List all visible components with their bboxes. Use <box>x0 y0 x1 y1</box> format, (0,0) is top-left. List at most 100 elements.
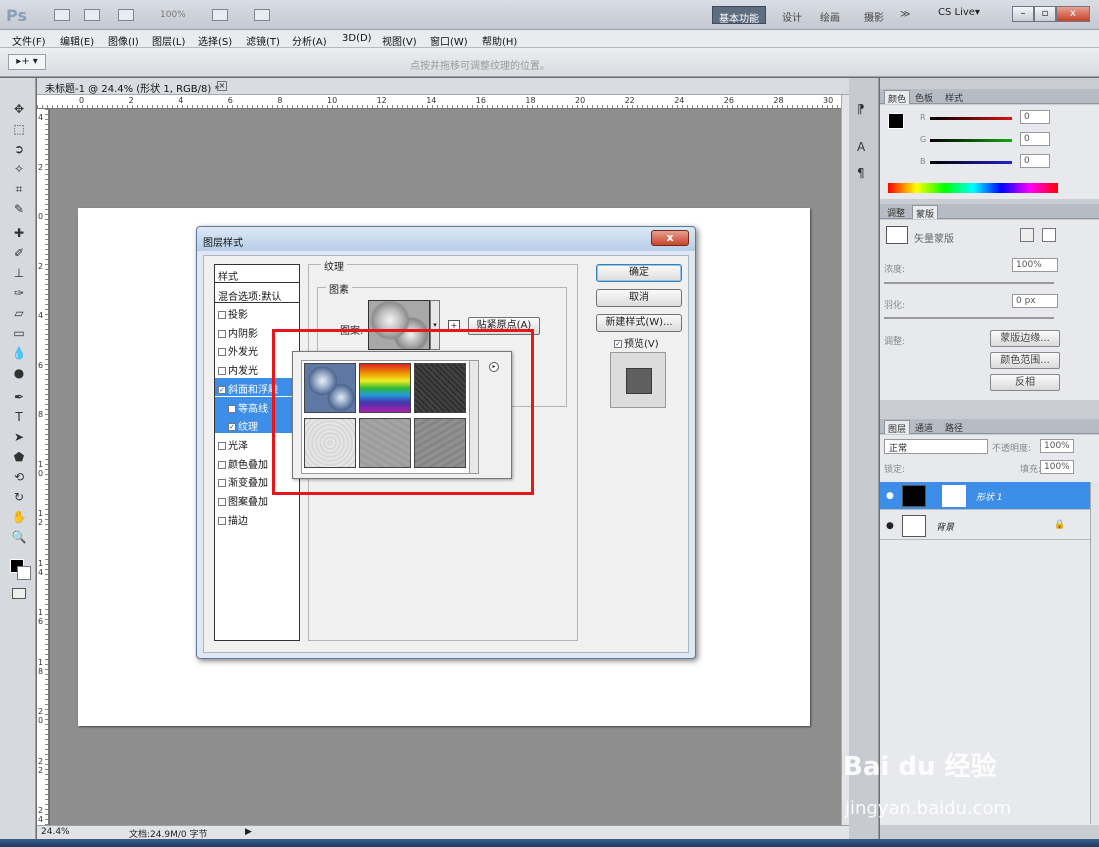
style-checkbox[interactable] <box>218 479 226 488</box>
style-checkbox[interactable] <box>218 498 226 506</box>
path-selection-icon[interactable]: ➤ <box>9 428 29 446</box>
channel-value-input[interactable]: 0 <box>1020 132 1050 146</box>
workspace-more[interactable]: ≫ <box>894 6 916 24</box>
document-tab[interactable]: 未标题-1 @ 24.4% (形状 1, RGB/8) * <box>45 80 219 95</box>
zoom-tool-icon[interactable]: 🔍 <box>9 528 29 546</box>
pen-tool-icon[interactable]: ✒ <box>9 388 29 406</box>
tab-masks[interactable]: 蒙版 <box>912 205 939 220</box>
layer-name[interactable]: 背景 <box>936 520 954 533</box>
blending-options-item[interactable]: 混合选项:默认 <box>215 285 299 303</box>
menu-layer[interactable]: 图层(L) <box>152 33 185 48</box>
close-document-icon[interactable]: × <box>217 81 227 91</box>
zoom-level[interactable]: 100% <box>160 10 186 20</box>
feather-input[interactable]: 0 px <box>1012 294 1058 308</box>
menu-3d[interactable]: 3D(D) <box>342 33 372 44</box>
style-checkbox[interactable] <box>218 516 226 525</box>
eyedropper-icon[interactable]: ✎ <box>9 200 29 218</box>
paragraph-panel-icon[interactable]: ¶ <box>857 166 865 180</box>
mini-bridge-icon[interactable] <box>84 9 100 21</box>
menu-image[interactable]: 图像(I) <box>108 33 139 48</box>
tab-layers[interactable]: 图层 <box>884 420 911 435</box>
menu-edit[interactable]: 编辑(E) <box>60 33 94 48</box>
styles-header[interactable]: 样式 <box>215 265 299 283</box>
tab-paths[interactable]: 路径 <box>942 420 966 434</box>
arrange-documents-icon[interactable] <box>212 9 228 21</box>
style-item[interactable]: 描边 <box>215 509 299 527</box>
style-checkbox[interactable] <box>228 404 236 413</box>
workspace-painting[interactable]: 绘画 <box>814 6 846 24</box>
tab-swatches[interactable]: 色板 <box>912 90 936 104</box>
cs-live-button[interactable]: CS Live▾ <box>938 7 980 18</box>
status-menu-arrow-icon[interactable]: ▶ <box>245 827 252 837</box>
bridge-icon[interactable] <box>54 9 70 21</box>
menu-analysis[interactable]: 分析(A) <box>292 33 327 48</box>
style-checkbox[interactable]: ✓ <box>218 385 226 394</box>
style-checkbox[interactable]: ✓ <box>228 423 236 432</box>
feather-slider[interactable] <box>884 317 1054 319</box>
color-panel-foreground[interactable] <box>888 113 904 129</box>
marquee-tool-icon[interactable]: ⬚ <box>9 120 29 138</box>
tab-channels[interactable]: 通道 <box>912 420 936 434</box>
hand-tool-icon[interactable]: ✋ <box>9 508 29 526</box>
type-tool-icon[interactable]: T <box>9 408 29 426</box>
visibility-eye-icon[interactable]: ● <box>886 521 894 531</box>
color-spectrum-bar[interactable] <box>888 183 1058 193</box>
3d-rotate-icon[interactable]: ⟲ <box>9 468 29 486</box>
quick-mask-icon[interactable] <box>12 588 26 599</box>
move-tool-icon[interactable]: ✥ <box>9 100 29 118</box>
gradient-tool-icon[interactable]: ▭ <box>9 324 29 342</box>
minimize-button[interactable]: – <box>1012 6 1034 22</box>
channel-value-input[interactable]: 0 <box>1020 154 1050 168</box>
menu-help[interactable]: 帮助(H) <box>482 33 517 48</box>
layer-row-background[interactable]: ● 背景 🔒 <box>880 512 1090 540</box>
style-checkbox[interactable] <box>218 348 226 357</box>
eraser-tool-icon[interactable]: ▱ <box>9 304 29 322</box>
channel-slider[interactable] <box>930 139 1012 142</box>
style-checkbox[interactable] <box>218 329 226 338</box>
history-brush-icon[interactable]: ✑ <box>9 284 29 302</box>
tab-color[interactable]: 颜色 <box>884 90 911 105</box>
layer-name[interactable]: 形状 1 <box>976 490 1003 503</box>
preview-check-icon[interactable]: ✓ <box>614 340 622 348</box>
style-checkbox[interactable] <box>218 460 226 469</box>
cancel-button[interactable]: 取消 <box>596 289 682 307</box>
channel-slider[interactable] <box>930 161 1012 164</box>
workspace-design[interactable]: 设计 <box>776 6 808 24</box>
maximize-button[interactable]: ▫ <box>1034 6 1056 22</box>
dialog-titlebar[interactable]: 图层样式 x <box>197 227 695 251</box>
screen-mode-icon[interactable] <box>254 9 270 21</box>
healing-brush-icon[interactable]: ✚ <box>9 224 29 242</box>
shape-tool-icon[interactable]: ⬟ <box>9 448 29 466</box>
dodge-tool-icon[interactable]: ● <box>9 364 29 382</box>
document-vertical-scrollbar[interactable] <box>841 95 849 825</box>
menu-file[interactable]: 文件(F) <box>12 33 46 48</box>
menu-select[interactable]: 选择(S) <box>198 33 232 48</box>
menu-filter[interactable]: 滤镜(T) <box>246 33 280 48</box>
style-checkbox[interactable] <box>218 311 226 319</box>
ok-button[interactable]: 确定 <box>596 264 682 282</box>
crop-tool-icon[interactable]: ⌗ <box>9 180 29 198</box>
clone-stamp-icon[interactable]: ⊥ <box>9 264 29 282</box>
style-item[interactable]: 投影 <box>215 303 299 321</box>
character-panel-icon[interactable]: A <box>857 140 865 154</box>
select-vector-mask-icon[interactable] <box>1042 228 1056 242</box>
mask-edge-button[interactable]: 蒙版边缘... <box>990 330 1060 347</box>
select-pixel-mask-icon[interactable] <box>1020 228 1034 242</box>
vector-mask-thumbnail[interactable] <box>942 485 966 507</box>
channel-value-input[interactable]: 0 <box>1020 110 1050 124</box>
visibility-eye-icon[interactable]: ● <box>886 491 894 501</box>
lasso-tool-icon[interactable]: ➲ <box>9 140 29 158</box>
style-checkbox[interactable] <box>218 367 226 376</box>
history-panel-icon[interactable]: ⁋ <box>857 102 865 116</box>
brush-tool-icon[interactable]: ✐ <box>9 244 29 262</box>
menu-window[interactable]: 窗口(W) <box>430 33 468 48</box>
magic-wand-icon[interactable]: ✧ <box>9 160 29 178</box>
menu-view[interactable]: 视图(V) <box>382 33 417 48</box>
tab-adjustments[interactable]: 调整 <box>884 205 908 219</box>
density-input[interactable]: 100% <box>1012 258 1058 272</box>
layer-row-shape[interactable]: ● 形状 1 <box>880 482 1090 510</box>
view-extras-icon[interactable] <box>118 9 134 21</box>
tool-preset-picker[interactable]: ▸+ ▾ <box>8 54 46 70</box>
new-style-button[interactable]: 新建样式(W)... <box>596 314 682 332</box>
fill-input[interactable]: 100% <box>1040 460 1074 474</box>
